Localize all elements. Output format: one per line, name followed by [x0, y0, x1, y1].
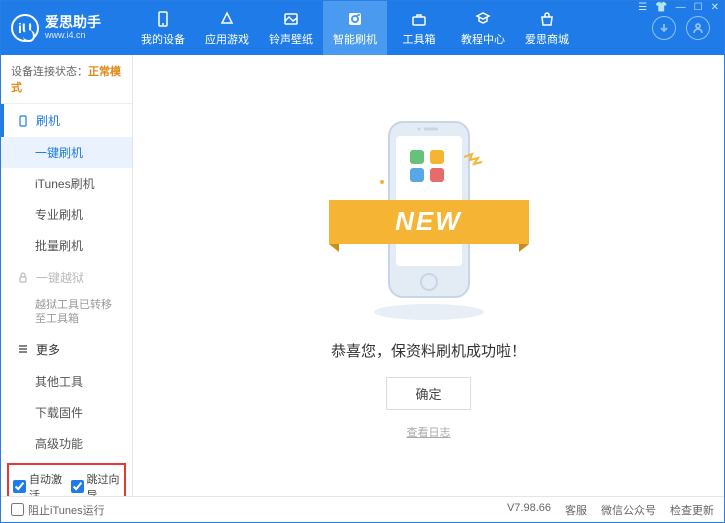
skip-setup-checkbox[interactable]: 跳过向导 [71, 471, 121, 496]
nav-ringtones[interactable]: 铃声壁纸 [259, 1, 323, 55]
logo-icon: iU [11, 14, 39, 42]
check-update-link[interactable]: 检查更新 [670, 502, 714, 518]
user-button[interactable] [686, 16, 710, 40]
tutorial-icon [473, 10, 493, 28]
nav-store[interactable]: 爱思商城 [515, 1, 579, 55]
more-icon [16, 342, 30, 356]
section-more[interactable]: 更多 [1, 333, 132, 366]
minimize-icon[interactable]: — [676, 2, 686, 13]
phone-illustration: NEW [364, 112, 494, 322]
sub-batch-flash[interactable]: 批量刷机 [1, 230, 132, 261]
maximize-icon[interactable]: ☐ [694, 2, 703, 13]
sub-other-tools[interactable]: 其他工具 [1, 366, 132, 397]
titlebar: iU 爱思助手 www.i4.cn 我的设备 应用游戏 铃声壁纸 智能刷机 [1, 1, 724, 55]
sub-advanced[interactable]: 高级功能 [1, 428, 132, 459]
section-flash[interactable]: 刷机 [1, 104, 132, 137]
statusbar: 阻止iTunes运行 V7.98.66 客服 微信公众号 检查更新 [1, 496, 724, 522]
nav-apps[interactable]: 应用游戏 [195, 1, 259, 55]
options-highlight-box: 自动激活 跳过向导 [7, 463, 126, 496]
customer-service-link[interactable]: 客服 [565, 502, 587, 518]
toolbox-icon [409, 10, 429, 28]
phone-icon [16, 114, 30, 128]
block-itunes-checkbox[interactable]: 阻止iTunes运行 [11, 502, 105, 518]
skin-icon[interactable]: 👕 [655, 2, 667, 13]
nav-my-device[interactable]: 我的设备 [131, 1, 195, 55]
nav-flash[interactable]: 智能刷机 [323, 1, 387, 55]
lock-icon [16, 271, 30, 285]
version-label: V7.98.66 [507, 502, 551, 518]
sub-download-firmware[interactable]: 下载固件 [1, 397, 132, 428]
menu-icon[interactable]: ☰ [638, 2, 647, 13]
auto-activate-checkbox[interactable]: 自动激活 [13, 471, 63, 496]
wallpaper-icon [281, 10, 301, 28]
window-controls: ☰ 👕 — ☐ ✕ [638, 2, 719, 13]
section-jailbreak[interactable]: 一键越狱 [1, 261, 132, 294]
phone-icon [153, 10, 173, 28]
nav-tutorials[interactable]: 教程中心 [451, 1, 515, 55]
app-subtitle: www.i4.cn [45, 31, 101, 41]
store-icon [537, 10, 557, 28]
download-button[interactable] [652, 16, 676, 40]
sub-oneclick-flash[interactable]: 一键刷机 [1, 137, 132, 168]
logo: iU 爱思助手 www.i4.cn [1, 14, 131, 42]
jailbreak-note: 越狱工具已转移至工具箱 [1, 294, 132, 333]
wechat-link[interactable]: 微信公众号 [601, 502, 656, 518]
connection-status: 设备连接状态：正常模式 [1, 55, 132, 104]
apps-icon [217, 10, 237, 28]
ok-button[interactable]: 确定 [386, 377, 470, 410]
close-icon[interactable]: ✕ [711, 2, 719, 13]
flash-icon [345, 10, 365, 28]
sub-pro-flash[interactable]: 专业刷机 [1, 199, 132, 230]
new-banner: NEW [329, 200, 529, 244]
sub-itunes-flash[interactable]: iTunes刷机 [1, 168, 132, 199]
success-message: 恭喜您，保资料刷机成功啦！ [331, 340, 526, 361]
navbar: 我的设备 应用游戏 铃声壁纸 智能刷机 工具箱 教程中心 [131, 1, 579, 55]
app-title: 爱思助手 [45, 15, 101, 30]
view-log-link[interactable]: 查看日志 [407, 424, 451, 440]
sidebar: 设备连接状态：正常模式 刷机 一键刷机 iTunes刷机 专业刷机 批量刷机 一… [1, 55, 133, 496]
main-panel: NEW 恭喜您，保资料刷机成功啦！ 确定 查看日志 [133, 55, 724, 496]
nav-toolbox[interactable]: 工具箱 [387, 1, 451, 55]
